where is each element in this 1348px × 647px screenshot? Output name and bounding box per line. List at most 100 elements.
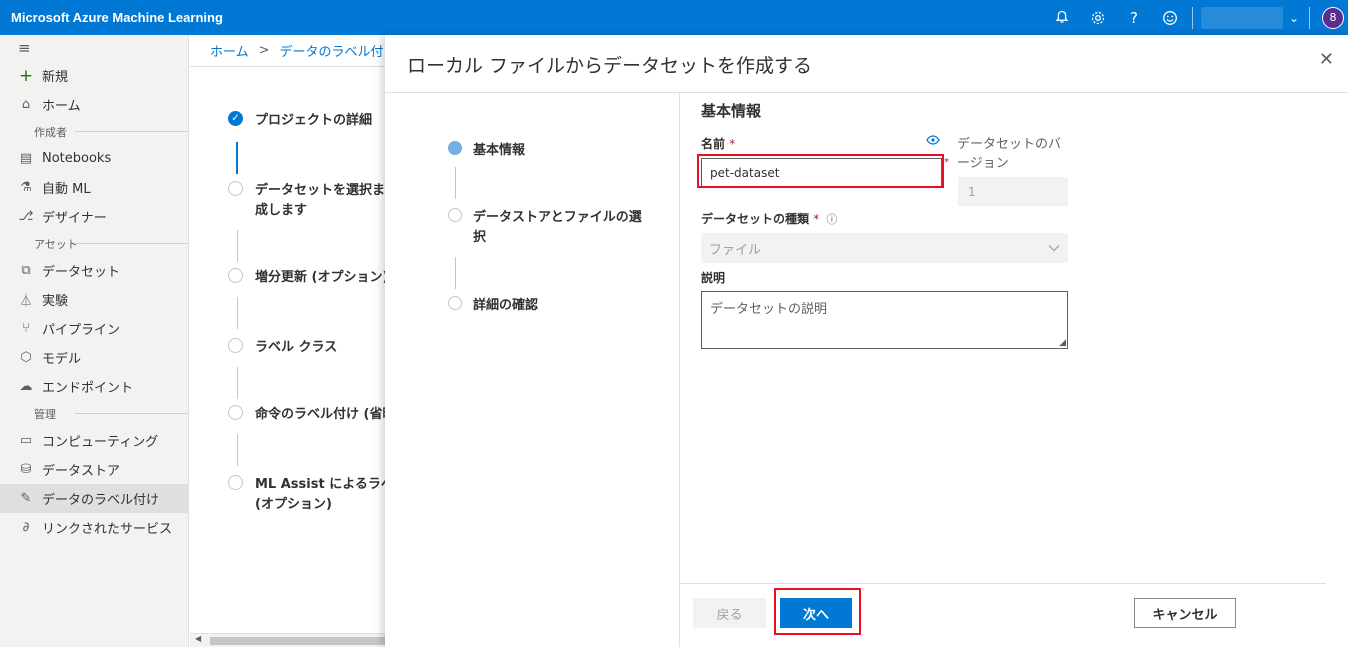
bg-step-label-classes[interactable]: ラベル クラス (228, 337, 388, 358)
scrollbar-thumb[interactable] (210, 637, 390, 645)
sidebar-section-manage: 管理 (0, 401, 188, 426)
sidebar-item-label: デザイナー (42, 211, 107, 226)
dataset-icon: ⧉ (21, 263, 31, 278)
step-circle-icon (228, 268, 243, 283)
sidebar-item-automl[interactable]: ⚗ 自動 ML (0, 173, 188, 202)
gear-icon[interactable] (1080, 0, 1116, 35)
sidebar-item-label: 新規 (42, 70, 69, 85)
sidebar-item-notebooks[interactable]: ▤ Notebooks (0, 144, 188, 173)
step-connector (237, 434, 238, 466)
divider (385, 92, 1348, 93)
computer-icon: ▭ (19, 433, 33, 448)
home-icon: ⌂ (21, 97, 31, 112)
sidebar-item-label: Notebooks (42, 151, 112, 166)
form-heading: 基本情報 (701, 102, 762, 120)
step-connector (237, 230, 238, 262)
sidebar-item-designer[interactable]: ⎇ デザイナー (0, 202, 188, 231)
app-title: Microsoft Azure Machine Learning (11, 10, 223, 25)
eye-icon[interactable] (926, 134, 940, 148)
link-icon: ∂ (22, 520, 30, 535)
step-connector (237, 297, 238, 329)
scroll-left-icon[interactable]: ◀ (195, 634, 201, 643)
bg-step-ml-assist-line2: (オプション) (255, 497, 332, 512)
bg-step-ml-assist[interactable]: ML Assist によるラベル (228, 474, 388, 495)
bell-icon[interactable] (1044, 0, 1080, 35)
designer-icon: ⎇ (18, 209, 34, 224)
left-sidebar: ≡ + 新規 ⌂ ホーム 作成者 ▤ Notebooks ⚗ 自動 ML ⎇ デ… (0, 35, 189, 647)
hamburger-menu-icon[interactable]: ≡ (0, 35, 188, 61)
sidebar-item-label: 自動 ML (42, 182, 91, 197)
database-icon: ⛁ (20, 462, 32, 477)
top-bar: Microsoft Azure Machine Learning ? ⌄ 8 (0, 0, 1348, 35)
bg-step-incremental-refresh[interactable]: 増分更新 (オプション) (228, 267, 388, 288)
bg-step-project-details[interactable]: ✓ プロジェクトの詳細 (228, 110, 388, 131)
description-label: 説明 (701, 271, 726, 285)
notebook-icon: ▤ (19, 151, 33, 166)
divider (1192, 6, 1193, 29)
sidebar-item-pipelines[interactable]: ⑂ パイプライン (0, 314, 188, 343)
smiley-icon[interactable] (1152, 0, 1188, 35)
help-icon[interactable]: ? (1116, 0, 1152, 35)
sidebar-item-experiments[interactable]: ⏃ 実験 (0, 285, 188, 314)
wizard-step-review[interactable]: 詳細の確認 (448, 295, 648, 316)
sidebar-item-label: データのラベル付け (42, 493, 160, 508)
cancel-button[interactable]: キャンセル (1134, 598, 1236, 628)
plus-icon: + (18, 65, 34, 86)
chevron-right-icon: > (258, 43, 270, 58)
create-dataset-panel: ローカル ファイルからデータセットを作成する ✕ 基本情報 データストアとファイ… (385, 35, 1348, 647)
step-connector (236, 142, 238, 174)
step-circle-icon (228, 338, 243, 353)
bg-step-labeling-instructions[interactable]: 命令のラベル付け (省略 (228, 404, 388, 425)
sidebar-item-label: データセット (42, 265, 121, 280)
avatar[interactable]: 8 (1322, 6, 1344, 29)
divider (679, 93, 680, 647)
description-textarea[interactable]: データセットの説明 ◢ (701, 291, 1068, 349)
checkmark-icon: ✓ (228, 111, 243, 126)
step-circle-icon (228, 405, 243, 420)
sidebar-section-author: 作成者 (0, 119, 188, 144)
horizontal-scrollbar[interactable]: ◀ (190, 633, 390, 647)
bg-step-select-dataset-line2: 成します (255, 203, 308, 218)
resize-grip-icon[interactable]: ◢ (1059, 338, 1066, 348)
close-icon[interactable]: ✕ (1319, 49, 1334, 70)
back-button[interactable]: 戻る (693, 598, 766, 628)
divider (1309, 6, 1310, 29)
sidebar-item-data-labeling[interactable]: ✎ データのラベル付け (0, 484, 188, 513)
wizard-step-datastore-files[interactable]: データストアとファイルの選 (448, 207, 648, 228)
breadcrumb-home[interactable]: ホーム (210, 41, 249, 60)
pipeline-icon: ⑂ (22, 321, 30, 336)
sidebar-item-new[interactable]: + 新規 (0, 61, 188, 90)
sidebar-item-home[interactable]: ⌂ ホーム (0, 90, 188, 119)
cube-icon: ⬡ (20, 350, 32, 365)
sidebar-item-linked-services[interactable]: ∂ リンクされたサービス (0, 513, 188, 542)
chevron-down-icon (1048, 241, 1068, 255)
highlight-box (697, 154, 944, 188)
sidebar-item-label: コンピューティング (42, 435, 159, 450)
required-mark: * (729, 137, 736, 151)
sidebar-item-datastores[interactable]: ⛁ データストア (0, 455, 188, 484)
edit-icon: ✎ (20, 491, 32, 506)
bg-step-select-dataset[interactable]: データセットを選択ま (228, 180, 388, 201)
wizard-step-basic-info[interactable]: 基本情報 (448, 140, 648, 161)
info-icon[interactable]: ⓘ (826, 213, 837, 226)
step-current-icon (448, 141, 462, 155)
sidebar-item-endpoints[interactable]: ☁ エンドポイント (0, 372, 188, 401)
chevron-down-icon[interactable]: ⌄ (1283, 11, 1305, 25)
sidebar-item-label: ホーム (42, 99, 81, 114)
account-selector[interactable] (1201, 6, 1283, 29)
flask-icon: ⏃ (19, 294, 33, 309)
breadcrumb: ホーム > データのラベル付け (190, 35, 390, 67)
version-label: データセットのバ ージョン (957, 137, 1062, 171)
sidebar-item-datasets[interactable]: ⧉ データセット (0, 256, 188, 285)
sidebar-item-models[interactable]: ⬡ モデル (0, 343, 188, 372)
automl-icon: ⚗ (20, 180, 32, 195)
step-connector (455, 257, 456, 289)
sidebar-section-assets: アセット (0, 231, 188, 256)
sidebar-item-compute[interactable]: ▭ コンピューティング (0, 426, 188, 455)
panel-title: ローカル ファイルからデータセットを作成する (407, 55, 813, 77)
step-circle-icon (448, 208, 462, 222)
sidebar-item-label: エンドポイント (42, 381, 134, 396)
breadcrumb-data-labeling[interactable]: データのラベル付け (280, 41, 390, 60)
sidebar-item-label: 実験 (42, 294, 69, 309)
required-mark: * (944, 157, 949, 168)
